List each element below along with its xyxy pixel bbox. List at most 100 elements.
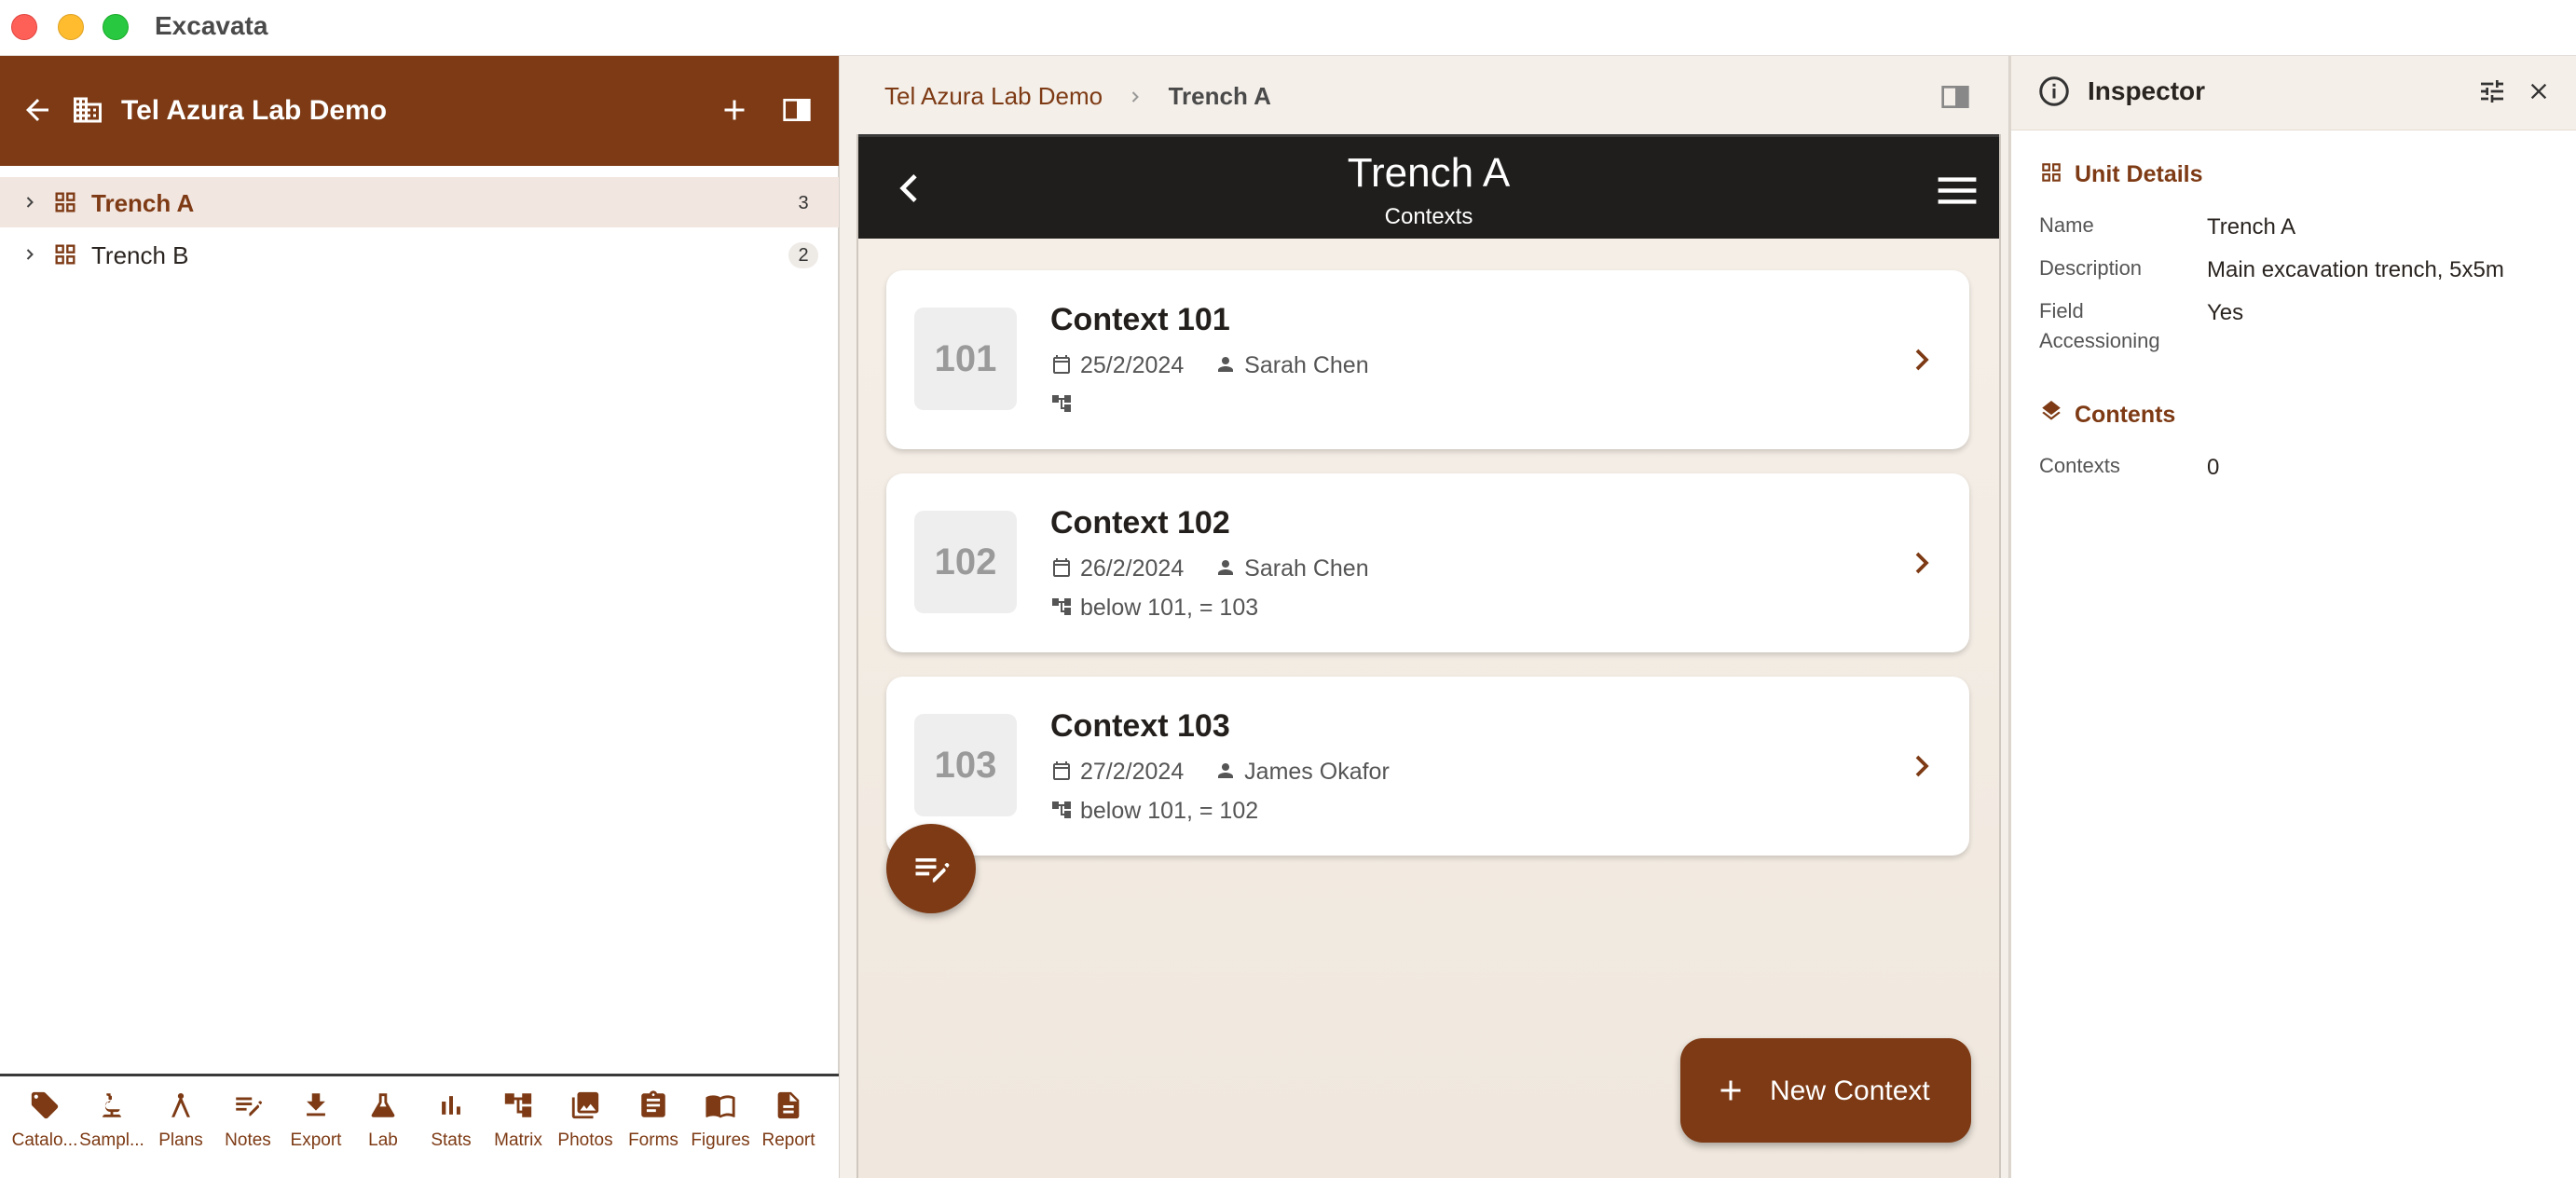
document-icon [777, 1091, 800, 1119]
project-title: Tel Azura Lab Demo [121, 95, 388, 126]
hierarchy-icon [1052, 598, 1071, 615]
context-author: Sarah Chen [1244, 352, 1369, 378]
info-icon [2039, 76, 2069, 106]
context-card-103[interactable]: 103 Context 103 27/2/2024 James Okafor b… [886, 677, 1969, 856]
chevron-right-icon[interactable] [21, 245, 39, 264]
back-arrow-icon[interactable] [21, 93, 54, 127]
count-badge: 3 [798, 193, 809, 213]
book-icon [706, 1095, 735, 1118]
project-sidebar: Tel Azura Lab Demo Trench A 3 Trench B 2… [0, 56, 839, 1178]
app-title: Excavata [155, 11, 268, 40]
calendar-icon [1053, 558, 1070, 577]
flask-icon [371, 1093, 395, 1117]
context-relations-text: below 101, = 103 [1080, 595, 1259, 621]
grid-icon [55, 192, 75, 212]
context-relations [1050, 391, 1080, 419]
download-icon [307, 1093, 325, 1116]
minimize-window-button[interactable] [58, 14, 84, 40]
tune-icon[interactable] [2477, 76, 2507, 106]
new-context-button[interactable]: New Context [1680, 1038, 1971, 1143]
toolbar-lab-button[interactable]: Lab [349, 1089, 417, 1168]
context-meta: 26/2/2024 Sarah Chen [1050, 555, 1369, 583]
person-icon [1218, 763, 1234, 778]
toolbar-catalog-button[interactable]: Catalo... [11, 1089, 78, 1168]
count-badge: 2 [788, 242, 818, 268]
toolbar-forms-button[interactable]: Forms [620, 1089, 687, 1168]
inspector-title: Inspector [2088, 76, 2206, 105]
prop-value: Yes [2207, 300, 2244, 325]
breadcrumb-current: Trench A [1168, 82, 1271, 110]
context-number: 101 [914, 308, 1017, 410]
contents-heading: Contents [2039, 401, 2175, 429]
notes-edit-icon [915, 858, 950, 883]
prop-key: Name [2039, 213, 2094, 237]
clipboard-icon [641, 1090, 665, 1117]
app-bar: Trench A Contexts [858, 134, 1999, 239]
toolbar-plans-button[interactable]: Plans [147, 1089, 214, 1168]
breadcrumb-project-link[interactable]: Tel Azura Lab Demo [884, 82, 1103, 110]
breadcrumb: Tel Azura Lab Demo Trench A [884, 82, 1271, 111]
toolbar-photos-button[interactable]: Photos [552, 1089, 619, 1168]
prop-value: Trench A [2207, 214, 2296, 240]
context-date: 27/2/2024 [1080, 759, 1185, 785]
toolbar-figures-button[interactable]: Figures [687, 1089, 754, 1168]
hierarchy-icon [504, 1093, 532, 1117]
screen-title: Trench A [1347, 150, 1511, 196]
context-meta: 25/2/2024 Sarah Chen [1050, 352, 1369, 380]
toolbar-matrix-button[interactable]: Matrix [485, 1089, 552, 1168]
tag-icon [31, 1091, 59, 1119]
toolbar-export-button[interactable]: Export [282, 1089, 349, 1168]
notes-edit-icon [236, 1097, 263, 1116]
chevron-right-icon[interactable] [1908, 548, 1936, 578]
chevron-right-icon[interactable] [21, 193, 39, 212]
prop-value: Main excavation trench, 5x5m [2207, 257, 2504, 282]
plus-icon [1720, 1080, 1741, 1101]
context-relations: below 101, = 103 [1050, 595, 1258, 623]
close-window-button[interactable] [11, 14, 37, 40]
toolbar-samples-button[interactable]: Sampl... [78, 1089, 145, 1168]
zoom-window-button[interactable] [103, 14, 129, 40]
contexts-screen: Trench A Contexts 101 Context 101 25/2/2… [856, 134, 2001, 1178]
toolbar-stats-button[interactable]: Stats [418, 1089, 485, 1168]
hierarchy-icon [1052, 395, 1071, 412]
inspector-panel: Inspector Unit Details Name Trench A Des… [2009, 56, 2576, 1178]
grid-icon [55, 244, 75, 265]
tree-item-trench-b[interactable]: Trench B 2 [0, 229, 839, 280]
prop-key: Field Accessioning [2039, 299, 2160, 352]
person-icon [1218, 357, 1234, 372]
close-icon[interactable] [2526, 78, 2552, 104]
context-number: 103 [914, 714, 1017, 816]
chevron-right-icon[interactable] [1908, 751, 1936, 781]
context-meta: 27/2/2024 James Okafor [1050, 759, 1390, 787]
panel-layout-icon[interactable] [1939, 82, 1971, 112]
screen-subtitle: Contexts [1384, 204, 1473, 229]
inspector-header: Inspector [2011, 56, 2576, 130]
context-relations-text: below 101, = 102 [1080, 798, 1259, 824]
context-number: 102 [914, 511, 1017, 613]
grid-icon [2042, 163, 2061, 182]
context-card-102[interactable]: 102 Context 102 26/2/2024 Sarah Chen bel… [886, 473, 1969, 652]
hamburger-menu-icon[interactable] [1938, 174, 1977, 206]
window-titlebar: Excavata [0, 0, 2576, 56]
context-title: Context 101 [1050, 302, 1230, 337]
toolbar-notes-button[interactable]: Notes [214, 1089, 281, 1168]
prop-key: Contexts [2039, 454, 2120, 477]
context-date: 26/2/2024 [1080, 555, 1185, 582]
prop-value: 0 [2207, 455, 2220, 480]
bottom-toolbar: Catalo... Sampl... Plans Notes Export La… [0, 1074, 839, 1178]
context-card-101[interactable]: 101 Context 101 25/2/2024 Sarah Chen [886, 270, 1969, 449]
panel-toggle-icon[interactable] [781, 95, 813, 125]
prop-key: Description [2039, 256, 2143, 280]
context-title: Context 103 [1050, 708, 1230, 744]
add-icon[interactable] [718, 93, 751, 127]
main-pane: Tel Azura Lab Demo Trench A Trench A Con… [839, 56, 2009, 1178]
tree-item-label: Trench B [91, 241, 189, 269]
toolbar-report-button[interactable]: Report [755, 1089, 822, 1168]
microscope-icon [103, 1093, 121, 1117]
chevron-right-icon [1132, 91, 1140, 103]
tree-item-trench-a[interactable]: Trench A 3 [0, 177, 839, 227]
context-title: Context 102 [1050, 505, 1230, 541]
chevron-right-icon[interactable] [1908, 345, 1936, 375]
edit-notes-fab[interactable] [886, 824, 976, 913]
new-context-label: New Context [1770, 1075, 1930, 1106]
